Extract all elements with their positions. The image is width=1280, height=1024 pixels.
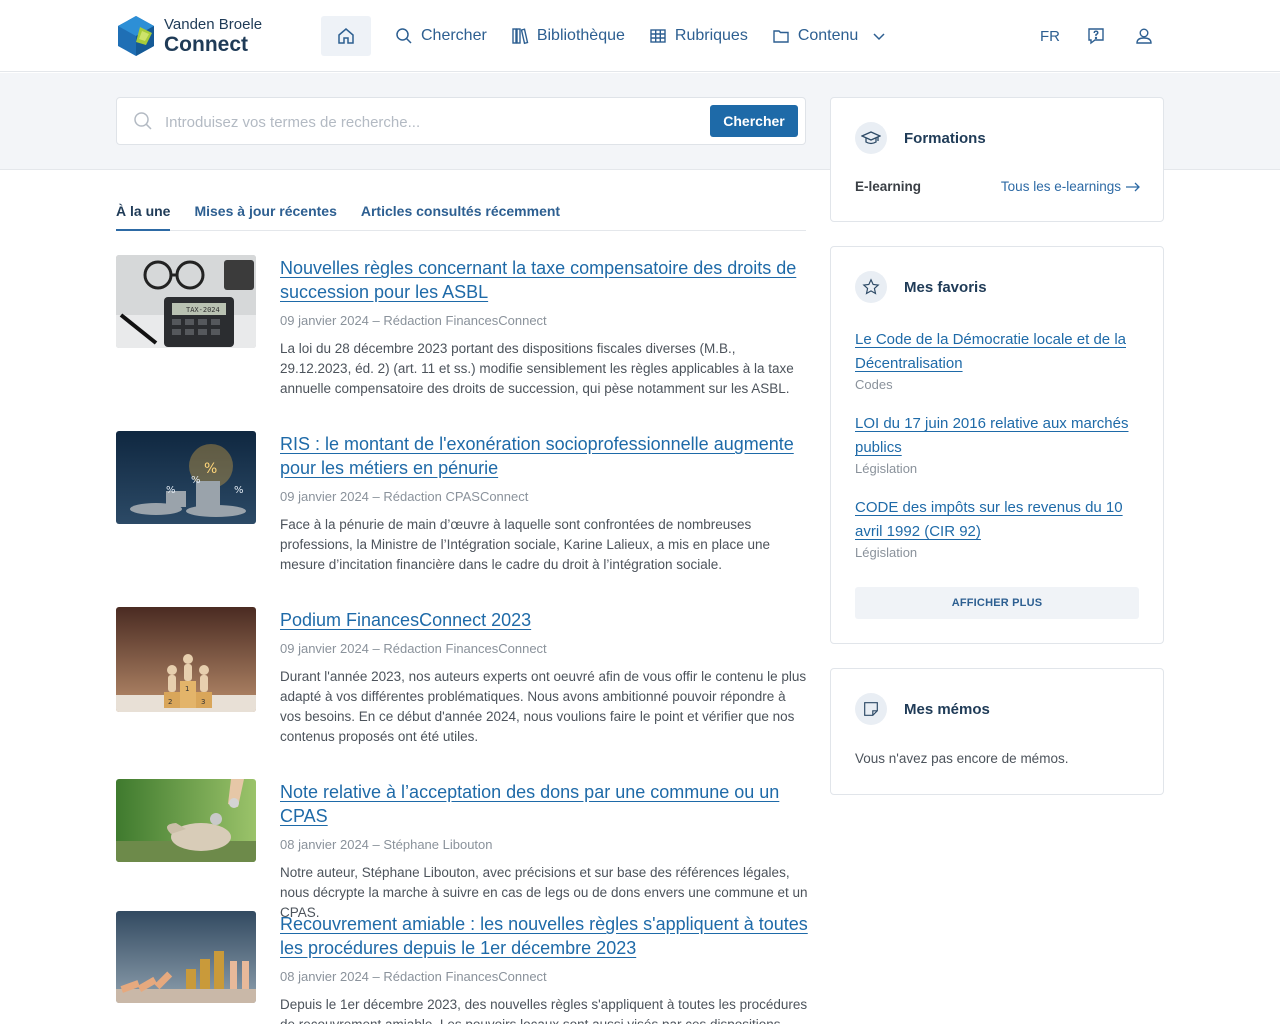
svg-text:%: %	[234, 485, 244, 496]
favorite-link[interactable]: CODE des impôts sur les revenus du 10 av…	[855, 499, 1123, 540]
article-title-link[interactable]: Podium FinancesConnect 2023	[280, 608, 808, 632]
article-item: Recouvrement amiable : les nouvelles règ…	[116, 911, 808, 1024]
article-meta: 09 janvier 2024 – Rédaction CPASConnect	[280, 489, 529, 504]
article-item: Note relative à l’acceptation des dons p…	[116, 779, 808, 920]
memos-title: Mes mémos	[904, 700, 990, 718]
main-nav: Chercher Bibliothèque Rubriques Contenu	[321, 16, 886, 56]
nav-sections[interactable]: Rubriques	[649, 16, 748, 56]
favorite-link[interactable]: LOI du 17 juin 2016 relative aux marchés…	[855, 415, 1129, 456]
nav-search[interactable]: Chercher	[395, 16, 487, 56]
all-elearnings-link[interactable]: Tous les e-learnings	[1001, 179, 1141, 194]
help-icon	[1088, 28, 1104, 45]
formations-title: Formations	[904, 129, 986, 147]
nav-search-label: Chercher	[421, 27, 487, 44]
article-thumbnail[interactable]: TAX-2024	[116, 255, 256, 348]
all-elearnings-label: Tous les e-learnings	[1000, 179, 1121, 194]
brand-line-1: Vanden Broele	[164, 16, 263, 33]
favorite-type: Codes	[855, 377, 893, 392]
search-icon	[134, 112, 152, 130]
article-item: 2 1 3 Podium FinancesConnect 2023 09 jan…	[116, 607, 806, 757]
elearning-label: E-learning	[855, 179, 922, 194]
article-thumbnail[interactable]: 2 1 3	[116, 607, 256, 712]
folder-icon	[773, 30, 789, 43]
memos-empty-text: Vous n'avez pas encore de mémos.	[855, 751, 1069, 766]
user-icon	[1136, 28, 1152, 44]
nav-home[interactable]	[321, 16, 371, 56]
article-title-link[interactable]: Nouvelles règles concernant la taxe comp…	[280, 256, 808, 304]
language-switch[interactable]: FR	[1040, 16, 1060, 56]
search-icon	[396, 28, 412, 44]
money-bag-image	[116, 779, 256, 862]
show-more-button[interactable]: AFFICHER PLUS	[855, 587, 1139, 619]
nav-sections-label: Rubriques	[674, 27, 748, 44]
nav-library[interactable]: Bibliothèque	[511, 16, 625, 56]
svg-text:%: %	[204, 461, 217, 477]
home-icon	[338, 28, 354, 44]
nav-content-label: Contenu	[797, 27, 859, 44]
article-thumbnail[interactable]: % % % %	[116, 431, 256, 524]
svg-text:1: 1	[185, 685, 189, 693]
article-title-link[interactable]: Recouvrement amiable : les nouvelles règ…	[280, 912, 808, 960]
tab-headlines[interactable]: À la une	[116, 200, 171, 231]
favorite-item: Le Code de la Démocratie locale et de la…	[855, 328, 1145, 394]
article-meta: 09 janvier 2024 – Rédaction FinancesConn…	[280, 641, 547, 656]
article-excerpt: Depuis le 1er décembre 2023, des nouvell…	[280, 997, 808, 1024]
svg-text:%: %	[166, 485, 176, 496]
nav-content[interactable]: Contenu	[772, 16, 887, 56]
note-icon	[855, 693, 887, 725]
article-excerpt: La loi du 28 décembre 2023 portant des d…	[280, 341, 794, 396]
brand-logo[interactable]: Vanden Broele Connect	[116, 15, 262, 57]
brand-line-2: Connect	[164, 33, 248, 56]
tab-recently-viewed[interactable]: Articles consultés récemment	[361, 200, 560, 231]
article-meta: 08 janvier 2024 – Stéphane Libouton	[280, 837, 493, 852]
search-box	[116, 97, 806, 145]
user-menu[interactable]	[1134, 16, 1154, 56]
svg-text:3: 3	[201, 698, 205, 706]
tab-recent-updates[interactable]: Mises à jour récentes	[194, 200, 336, 231]
search-button[interactable]: Chercher	[710, 105, 798, 137]
memos-card: Mes mémos Vous n'avez pas encore de mémo…	[830, 668, 1164, 795]
article-meta: 09 janvier 2024 – Rédaction FinancesConn…	[280, 313, 547, 328]
podium-image: 2 1 3	[116, 607, 256, 712]
favorite-link[interactable]: Le Code de la Démocratie locale et de la…	[855, 331, 1126, 372]
article-item: TAX-2024 Nouvelles règles concernant la …	[116, 255, 806, 405]
top-bar: Vanden Broele Connect Chercher Bibliothè…	[0, 0, 1280, 72]
books-icon	[512, 28, 529, 45]
arrow-right-icon	[1126, 182, 1140, 191]
search-input[interactable]	[165, 108, 705, 136]
favorites-title: Mes favoris	[904, 278, 987, 296]
favorite-item: CODE des impôts sur les revenus du 10 av…	[855, 496, 1145, 562]
graduation-cap-icon	[855, 122, 887, 154]
grid-icon	[650, 29, 666, 43]
svg-text:%: %	[191, 475, 201, 486]
star-icon	[855, 271, 887, 303]
article-title-link[interactable]: RIS : le montant de l'exonération sociop…	[280, 432, 808, 480]
formations-card: Formations E-learning Tous les e-learnin…	[830, 97, 1164, 222]
article-thumbnail[interactable]	[116, 779, 256, 862]
help-button[interactable]	[1086, 16, 1106, 56]
dominoes-coins-image	[116, 911, 256, 1003]
favorite-item: LOI du 17 juin 2016 relative aux marchés…	[855, 412, 1145, 478]
favorite-type: Législation	[855, 461, 918, 476]
chevron-down-icon	[873, 33, 885, 41]
article-meta: 08 janvier 2024 – Rédaction FinancesConn…	[280, 969, 547, 984]
article-item: % % % % RIS : le montant de l'exonératio…	[116, 431, 806, 581]
article-thumbnail[interactable]	[116, 911, 256, 1003]
coins-percent-image: % % % %	[116, 431, 256, 524]
hexagon-logo-icon	[118, 16, 154, 56]
calculator-image: TAX-2024	[116, 255, 256, 348]
nav-library-label: Bibliothèque	[536, 27, 625, 44]
article-excerpt: Durant l'année 2023, nos auteurs experts…	[280, 669, 807, 744]
thumbnail-text: TAX-2024	[186, 306, 220, 314]
favorites-card: Mes favoris Le Code de la Démocratie loc…	[830, 246, 1164, 644]
news-tabs: À la une Mises à jour récentes Articles …	[116, 200, 806, 231]
article-excerpt: Face à la pénurie de main d’œuvre à laqu…	[280, 517, 771, 572]
favorite-type: Législation	[855, 545, 918, 560]
article-title-link[interactable]: Note relative à l’acceptation des dons p…	[280, 780, 808, 828]
svg-text:2: 2	[168, 698, 172, 706]
